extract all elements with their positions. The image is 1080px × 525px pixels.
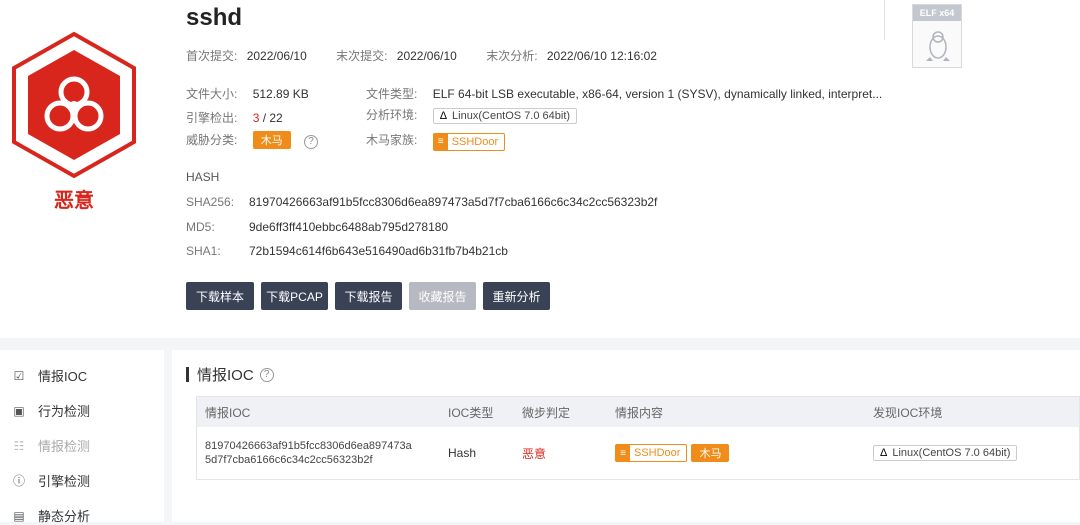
env-value: Linux(CentOS 7.0 64bit) xyxy=(892,447,1011,459)
malicious-hexagon-icon xyxy=(12,31,136,179)
nav-item-static[interactable]: ▤ 静态分析 xyxy=(12,506,90,525)
engines-label: 引擎检出: xyxy=(186,111,238,125)
env-badge: Δ Linux(CentOS 7.0 64bit) xyxy=(873,445,1018,461)
threat-tag[interactable]: 木马 xyxy=(252,131,291,149)
nav-label: 行为检测 xyxy=(38,404,91,419)
family-value: SSHDoor xyxy=(634,447,681,459)
column-header: IOC类型 xyxy=(448,405,494,420)
file-summary-panel: 恶意 sshd 首次提交: 2022/06/10 末次提交: 2022/06/1… xyxy=(0,0,1080,338)
engines-row: 引擎检出: 3 / 22 xyxy=(186,109,283,126)
ioc-verdict: 恶意 xyxy=(522,446,547,461)
env-row: 分析环境: Δ Linux(CentOS 7.0 64bit) xyxy=(366,106,578,124)
file-type-value: ELF 64-bit LSB executable, x86-64, versi… xyxy=(432,87,883,101)
table-row: 81970426663af91b5fcc8306d6ea897473a 5d7f… xyxy=(197,427,1079,479)
env-value: Linux(CentOS 7.0 64bit) xyxy=(452,110,571,122)
nav-label: 静态分析 xyxy=(38,509,91,524)
column-header: 发现IOC环境 xyxy=(873,405,943,420)
sha256-value[interactable]: 81970426663af91b5fcc8306d6ea897473a5d7f7… xyxy=(249,195,657,209)
env-badge: Δ Linux(CentOS 7.0 64bit) xyxy=(432,108,578,124)
family-tag[interactable]: ≡ SSHDoor xyxy=(615,444,688,462)
column-header: 情报内容 xyxy=(615,405,664,420)
download-pcap-button[interactable]: 下载PCAP xyxy=(261,282,328,310)
ioc-line: 5d7f7cba6166c6c34c2cc56323b2f xyxy=(205,454,373,466)
title-bar xyxy=(186,367,189,382)
threat-label: 威胁分类: xyxy=(186,133,238,147)
family-tag[interactable]: ≡ SSHDoor xyxy=(432,132,506,151)
file-type-label: 文件类型: xyxy=(366,87,418,101)
last-submit-value: 2022/06/10 xyxy=(396,49,457,63)
divider xyxy=(884,0,885,40)
nav-label: 引擎检测 xyxy=(38,474,91,489)
nav-item-engine[interactable]: ⓘ 引擎检测 xyxy=(12,471,90,490)
first-submit-value: 2022/06/10 xyxy=(246,49,307,63)
env-label: 分析环境: xyxy=(366,108,418,122)
sha1-label: SHA1: xyxy=(186,244,221,258)
column-header: 微步判定 xyxy=(522,405,571,420)
nav-item-behavior[interactable]: ▣ 行为检测 xyxy=(12,401,90,420)
monitor-icon: ▣ xyxy=(13,403,25,418)
family-row: 木马家族: ≡ SSHDoor xyxy=(366,131,506,151)
submit-dates: 首次提交: 2022/06/10 末次提交: 2022/06/10 末次分析: … xyxy=(186,47,657,64)
reanalyze-button[interactable]: 重新分析 xyxy=(483,282,550,310)
md5-row: MD5: 9de6ff3ff410ebbc6488ab795d278180 xyxy=(186,220,448,234)
table-header: 情报IOC IOC类型 微步判定 情报内容 发现IOC环境 xyxy=(197,397,1079,427)
md5-value[interactable]: 9de6ff3ff410ebbc6488ab795d278180 xyxy=(249,220,448,234)
engines-total: / 22 xyxy=(259,111,283,125)
ioc-env: Δ Linux(CentOS 7.0 64bit) xyxy=(873,427,1018,479)
linux-icon: Δ xyxy=(439,110,448,122)
list-icon: ▤ xyxy=(13,508,25,523)
sha1-row: SHA1: 72b1594c614f6b643e516490ad6b31fb7b… xyxy=(186,244,508,258)
nav-item-ioc[interactable]: ☑ 情报IOC xyxy=(12,366,88,385)
sha256-row: SHA256: 81970426663af91b5fcc8306d6ea8974… xyxy=(186,195,657,209)
sha1-value[interactable]: 72b1594c614f6b643e516490ad6b31fb7b4b21cb xyxy=(249,244,508,258)
last-analysis-value: 2022/06/10 12:16:02 xyxy=(546,49,657,63)
download-sample-button[interactable]: 下载样本 xyxy=(186,282,254,310)
family-label: 木马家族: xyxy=(366,133,418,147)
threat-row: 威胁分类: 木马 ? xyxy=(186,131,319,149)
layers-icon: ≡ xyxy=(433,133,448,150)
file-name: sshd xyxy=(186,4,243,31)
nav-label: 情报IOC xyxy=(38,369,88,384)
help-circle-icon: ⓘ xyxy=(12,474,25,488)
column-header: 情报IOC xyxy=(205,405,251,420)
nav-item-intel[interactable]: ☷ 情报检测 xyxy=(12,436,90,455)
ioc-content: ≡ SSHDoor 木马 xyxy=(615,427,730,479)
ioc-table: 情报IOC IOC类型 微步判定 情报内容 发现IOC环境 8197042666… xyxy=(196,396,1080,480)
sha256-label: SHA256: xyxy=(186,195,235,209)
left-sidebar: ☑ 情报IOC ▣ 行为检测 ☷ 情报检测 ⓘ 引擎检测 ▤ 静态分析 xyxy=(0,350,164,525)
download-report-button[interactable]: 下载报告 xyxy=(335,282,402,310)
nav-label: 情报检测 xyxy=(38,439,91,454)
help-icon[interactable]: ? xyxy=(259,367,274,382)
elf-badge-label: ELF x64 xyxy=(913,5,961,21)
md5-label: MD5: xyxy=(186,220,215,234)
threat-tag[interactable]: 木马 xyxy=(691,444,730,462)
family-value: SSHDoor xyxy=(451,135,499,148)
section-title-text: 情报IOC xyxy=(197,367,254,384)
grid-icon: ☷ xyxy=(13,438,25,453)
check-square-icon: ☑ xyxy=(13,368,25,383)
file-size-label: 文件大小: xyxy=(186,87,238,101)
section-title: 情报IOC ? xyxy=(186,364,274,385)
elf-file-icon: ELF x64 xyxy=(912,4,962,68)
tux-icon xyxy=(926,31,950,61)
last-analysis-label: 末次分析: xyxy=(486,49,538,63)
favorite-report-button[interactable]: 收藏报告 xyxy=(409,282,476,310)
first-submit-label: 首次提交: xyxy=(186,49,238,63)
file-size-value: 512.89 KB xyxy=(252,87,309,101)
hash-title: HASH xyxy=(186,170,220,184)
file-size-row: 文件大小: 512.89 KB xyxy=(186,85,309,102)
verdict-label: 恶意 xyxy=(54,190,94,212)
help-icon[interactable]: ? xyxy=(304,135,319,149)
linux-icon: Δ xyxy=(880,447,888,459)
ioc-value[interactable]: 81970426663af91b5fcc8306d6ea897473a 5d7f… xyxy=(205,427,412,479)
ioc-section: 情报IOC ? 情报IOC IOC类型 微步判定 情报内容 发现IOC环境 81… xyxy=(172,350,1080,522)
file-type-row: 文件类型: ELF 64-bit LSB executable, x86-64,… xyxy=(366,85,882,102)
layers-icon: ≡ xyxy=(616,445,630,461)
last-submit-label: 末次提交: xyxy=(336,49,388,63)
ioc-type: Hash xyxy=(448,446,477,460)
ioc-line: 81970426663af91b5fcc8306d6ea897473a xyxy=(205,440,412,452)
